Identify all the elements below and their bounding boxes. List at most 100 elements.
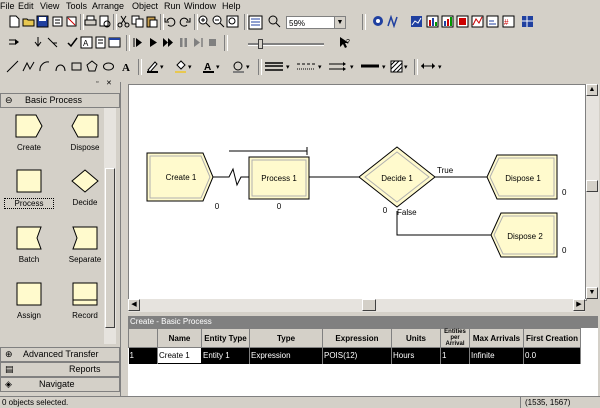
text-tool-icon[interactable]: A	[120, 60, 133, 73]
drawing-icon[interactable]	[387, 15, 400, 28]
line-style-icon[interactable]	[296, 60, 316, 73]
bar-chart-icon[interactable]	[441, 15, 454, 28]
polyline-tool-icon[interactable]	[22, 60, 35, 73]
text-icon[interactable]: A	[80, 36, 93, 49]
print-icon[interactable]	[84, 15, 97, 28]
zoom-select[interactable]: 59% ▼	[286, 16, 346, 29]
chevron-down-icon[interactable]: ▾	[216, 63, 220, 71]
cell-max-arrivals[interactable]: Infinite	[469, 347, 524, 364]
scroll-left-icon[interactable]: ◀	[128, 299, 140, 311]
text-color-icon[interactable]: A	[202, 60, 215, 73]
zoom-out-icon[interactable]	[212, 15, 225, 28]
chevron-down-icon[interactable]: ▾	[318, 63, 322, 71]
chevron-down-icon[interactable]: ▾	[350, 63, 354, 71]
line-pattern-icon[interactable]	[360, 60, 380, 73]
bezier-tool-icon[interactable]	[54, 60, 67, 73]
canvas-horizontal-scrollbar[interactable]: ◀ ▶	[128, 299, 585, 312]
node-create-1[interactable]: Create 1 0	[146, 152, 220, 211]
connect-icon[interactable]	[8, 36, 21, 49]
level-icon[interactable]	[456, 15, 469, 28]
project-bar-scrollbar[interactable]	[104, 108, 116, 344]
chevron-down-icon[interactable]: ▼	[334, 17, 345, 28]
box-tool-icon[interactable]	[70, 60, 83, 73]
histogram-icon[interactable]	[426, 15, 439, 28]
cell-entities-per-arrival[interactable]: 1	[440, 347, 470, 364]
chevron-down-icon[interactable]: ▾	[246, 63, 250, 71]
panel-reports[interactable]: ▤ Reports	[0, 362, 120, 377]
align-icon[interactable]	[420, 60, 436, 73]
plot-icon[interactable]	[410, 15, 423, 28]
pause-icon[interactable]	[177, 36, 190, 49]
node-dispose-2[interactable]: Dispose 2 0	[490, 212, 567, 258]
check-icon[interactable]	[66, 36, 79, 49]
column-header-entities-per-arrival[interactable]: Entities per Arrival	[440, 328, 470, 348]
arrow-down-icon[interactable]	[32, 36, 45, 49]
page-icon[interactable]	[94, 36, 107, 49]
menu-arrange[interactable]: Arrange	[92, 0, 124, 12]
column-header-entity-type[interactable]: Entity Type	[201, 328, 250, 348]
clock-icon[interactable]	[486, 15, 499, 28]
redo-icon[interactable]	[178, 15, 191, 28]
module-record[interactable]: Record	[60, 282, 110, 320]
menu-view[interactable]: View	[40, 0, 59, 12]
selection-handle[interactable]	[229, 147, 308, 155]
variable-icon[interactable]: #	[502, 15, 515, 28]
module-separate[interactable]: Separate	[60, 226, 110, 264]
background-color-icon[interactable]	[232, 60, 245, 73]
template-attach-icon[interactable]	[51, 15, 64, 28]
window-icon[interactable]	[108, 36, 121, 49]
arrow-style-icon[interactable]	[328, 60, 348, 73]
menu-edit[interactable]: Edit	[18, 0, 34, 12]
chevron-down-icon[interactable]: ▾	[188, 63, 192, 71]
scroll-down-icon[interactable]: ▼	[586, 287, 598, 299]
go-to-end-icon[interactable]	[192, 36, 205, 49]
module-dispose[interactable]: Dispose	[60, 114, 110, 152]
module-create[interactable]: Create	[4, 114, 54, 152]
scrollbar-thumb[interactable]	[362, 299, 376, 311]
scroll-right-icon[interactable]: ▶	[573, 299, 585, 311]
chevron-down-icon[interactable]: ▾	[438, 63, 442, 71]
node-dispose-1[interactable]: Dispose 1 0	[486, 154, 567, 200]
column-header-expression[interactable]: Expression	[322, 328, 392, 348]
stop-icon[interactable]	[206, 36, 219, 49]
model-canvas[interactable]: Create 1 0 Process 1 0 Decide 1 0 True F…	[128, 84, 587, 301]
line-width-icon[interactable]	[264, 60, 284, 73]
chevron-down-icon[interactable]: ▾	[286, 63, 290, 71]
cell-first-creation[interactable]: 0.0	[523, 347, 581, 364]
new-file-icon[interactable]	[8, 15, 21, 28]
cell-expression[interactable]: POIS(12)	[322, 347, 392, 364]
scrollbar-thumb[interactable]	[586, 180, 598, 192]
view-all-icon[interactable]	[226, 15, 239, 28]
menu-tools[interactable]: Tools	[66, 0, 87, 12]
menu-object[interactable]: Object	[132, 0, 158, 12]
arc-tool-icon[interactable]	[38, 60, 51, 73]
save-icon[interactable]	[36, 15, 49, 28]
slider-thumb[interactable]	[258, 39, 263, 49]
global-icon[interactable]	[521, 15, 534, 28]
scrollbar-thumb[interactable]	[105, 168, 115, 328]
menu-help[interactable]: Help	[222, 0, 241, 12]
chevron-down-icon[interactable]: ▾	[160, 63, 164, 71]
zoom-lens-icon[interactable]	[268, 15, 281, 28]
paste-icon[interactable]	[145, 15, 158, 28]
fast-forward-icon[interactable]	[162, 36, 175, 49]
module-assign[interactable]: Assign	[4, 282, 54, 320]
chevron-down-icon[interactable]: ▾	[404, 63, 408, 71]
column-header-units[interactable]: Units	[391, 328, 441, 348]
print-preview-icon[interactable]	[98, 15, 111, 28]
copy-icon[interactable]	[131, 15, 144, 28]
menu-window[interactable]: Window	[184, 0, 216, 12]
template-detach-icon[interactable]	[65, 15, 78, 28]
animation-speed-slider[interactable]	[248, 39, 324, 49]
panel-navigate[interactable]: ◈ Navigate	[0, 377, 120, 392]
scroll-up-icon[interactable]: ▲	[586, 84, 598, 96]
node-decide-1[interactable]: Decide 1 0 True False	[358, 146, 454, 217]
panel-basic-process[interactable]: ⊖ Basic Process	[0, 93, 120, 108]
polygon-tool-icon[interactable]	[86, 60, 99, 73]
undo-icon[interactable]	[164, 15, 177, 28]
column-header-max-arrivals[interactable]: Max Arrivals	[469, 328, 524, 348]
chevron-down-icon[interactable]: ▾	[382, 63, 386, 71]
connector-create-process[interactable]	[213, 167, 249, 187]
cell-entity-type[interactable]: Entity 1	[201, 347, 250, 364]
layers-icon[interactable]	[248, 15, 263, 30]
